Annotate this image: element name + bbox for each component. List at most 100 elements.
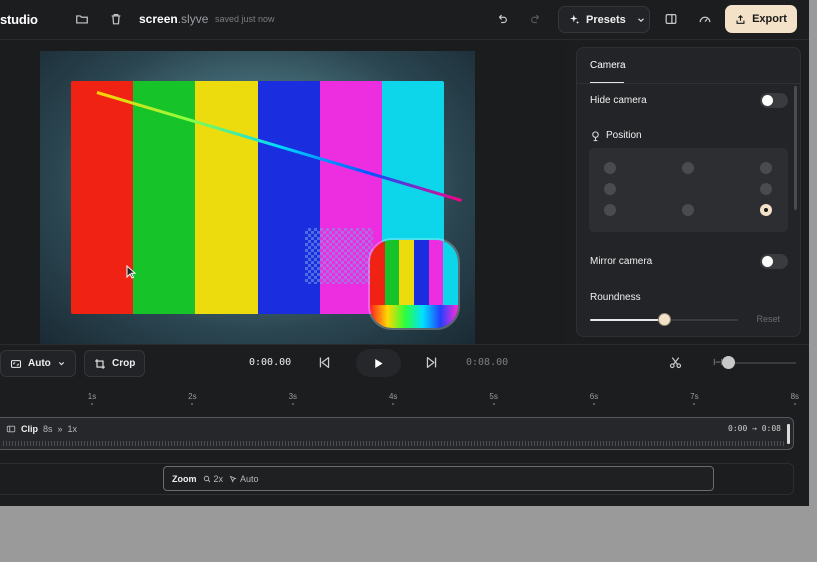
position-middle-right[interactable] <box>760 183 772 195</box>
redo-icon[interactable] <box>522 5 550 33</box>
position-bottom-center[interactable] <box>682 204 694 216</box>
color-bar-3 <box>195 81 258 314</box>
undo-icon[interactable] <box>488 5 516 33</box>
chevron-down-icon <box>637 17 644 22</box>
ruler-tick-label: 1s <box>87 392 97 401</box>
camera-bubble[interactable] <box>368 238 460 330</box>
top-toolbar: studio screen.slyve saved just now Prese… <box>0 0 809 40</box>
saved-status: saved just now <box>215 14 275 24</box>
glitch-pattern <box>305 228 373 284</box>
magnifier-icon <box>203 475 210 482</box>
video-preview[interactable] <box>40 51 475 344</box>
fast-forward-icon: » <box>57 424 63 434</box>
camera-color-bar-3 <box>399 240 415 306</box>
roundness-slider-thumb[interactable] <box>657 313 671 326</box>
position-label: Position <box>606 130 642 141</box>
export-label: Export <box>752 13 787 25</box>
position-bottom-left[interactable] <box>604 204 616 216</box>
preview-area <box>0 41 566 344</box>
zoom-segment[interactable]: Zoom 2x Auto <box>163 466 714 491</box>
color-bar-1 <box>71 81 134 314</box>
folder-icon[interactable] <box>68 5 96 33</box>
roundness-slider-fill <box>590 319 664 321</box>
cursor-target-icon <box>229 475 237 483</box>
trash-icon[interactable] <box>102 5 130 33</box>
play-icon <box>375 358 383 368</box>
camera-settings-panel: Camera Hide camera Position Mirror camer… <box>576 47 801 337</box>
hide-camera-toggle[interactable] <box>760 93 788 108</box>
roundness-label: Roundness <box>590 292 641 303</box>
clip-track[interactable]: Clip 8s » 1x 0:00 → 0:08 <box>0 417 794 450</box>
mirror-camera-label: Mirror camera <box>590 256 653 267</box>
panel-divider <box>577 83 800 84</box>
zoom-segment-mode: Auto <box>240 473 259 484</box>
tab-camera[interactable]: Camera <box>590 60 626 71</box>
timeline-ruler[interactable]: 1s 2s 3s 4s 5s 6s 7s 8s <box>0 384 809 410</box>
video-clip-icon <box>6 425 16 433</box>
app-brand: studio <box>0 12 38 27</box>
crop-label: Crop <box>112 358 136 369</box>
ruler-tick-label: 3s <box>288 392 298 401</box>
project-name[interactable]: screen.slyve <box>139 12 208 26</box>
position-top-right[interactable] <box>760 162 772 174</box>
presets-button[interactable]: Presets <box>558 6 650 33</box>
ruler-tick-mark <box>593 403 595 405</box>
aspect-ratio-icon <box>10 359 22 368</box>
upload-icon <box>736 14 745 24</box>
ruler-tick-mark <box>793 403 796 405</box>
camera-color-bar-6 <box>443 240 458 306</box>
color-bar-2 <box>133 81 196 314</box>
chevron-down-icon <box>58 362 64 366</box>
camera-color-bar-1 <box>370 240 385 306</box>
ruler-tick-mark <box>291 403 294 405</box>
clip-range: 0:00 → 0:08 <box>728 424 781 433</box>
speedometer-icon[interactable] <box>691 5 719 33</box>
timeline-zoom-thumb[interactable] <box>722 356 735 369</box>
clip-speed: 1x <box>67 424 78 434</box>
ruler-tick-label: 2s <box>188 392 197 401</box>
clip-header: Clip 8s » 1x <box>6 424 77 434</box>
zoom-segment-name: Zoom <box>172 473 197 484</box>
hide-camera-label: Hide camera <box>590 95 647 106</box>
skip-back-icon[interactable] <box>318 356 331 369</box>
ruler-tick-label: 4s <box>388 392 398 401</box>
clip-waveform <box>3 441 785 446</box>
roundness-reset-button[interactable]: Reset <box>756 314 780 324</box>
play-button[interactable] <box>356 349 401 377</box>
camera-rainbow-stripe <box>370 305 458 328</box>
ruler-tick-label: 8s <box>790 392 800 401</box>
ruler-tick-label: 6s <box>589 392 599 401</box>
project-name-base: screen <box>139 12 178 26</box>
playback-controls: Auto Crop <box>0 344 809 382</box>
scissors-icon[interactable] <box>669 356 682 369</box>
camera-color-bars <box>370 240 458 306</box>
layout-panel-icon[interactable] <box>657 5 685 33</box>
export-button[interactable]: Export <box>725 5 797 33</box>
crop-button[interactable]: Crop <box>84 350 146 377</box>
panel-scrollbar[interactable] <box>794 86 797 210</box>
zoom-segment-level: 2x <box>213 473 224 484</box>
camera-color-bar-4 <box>414 240 429 306</box>
ruler-tick-label: 7s <box>690 392 699 401</box>
position-top-left[interactable] <box>604 162 616 174</box>
mirror-camera-toggle[interactable] <box>760 254 788 269</box>
total-time: 0:08.00 <box>466 357 509 368</box>
skip-forward-icon[interactable] <box>425 356 438 369</box>
ruler-tick-mark <box>91 403 93 405</box>
position-middle-left[interactable] <box>604 183 616 195</box>
clip-trim-handle[interactable] <box>787 424 790 444</box>
crop-icon <box>95 358 105 369</box>
clip-duration: 8s <box>43 424 53 434</box>
mouse-cursor-icon <box>126 265 136 279</box>
project-name-extension: .slyve <box>177 12 209 26</box>
aspect-ratio-dropdown[interactable]: Auto <box>0 350 76 377</box>
ruler-tick-mark <box>492 403 495 405</box>
camera-color-bar-5 <box>428 240 444 306</box>
camera-color-bar-2 <box>384 240 400 306</box>
current-time: 0:00.00 <box>249 357 292 368</box>
app-window: studio screen.slyve saved just now Prese… <box>0 0 809 506</box>
position-top-center[interactable] <box>682 162 694 174</box>
aspect-ratio-label: Auto <box>28 358 51 369</box>
ruler-tick-label: 5s <box>489 392 498 401</box>
position-bottom-right[interactable] <box>760 204 772 216</box>
